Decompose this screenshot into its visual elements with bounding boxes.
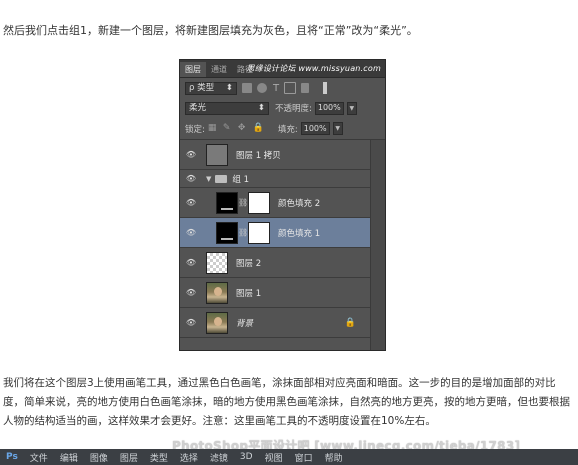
lock-label: 锁定: — [185, 124, 205, 135]
menu-item[interactable]: 编辑 — [60, 451, 78, 464]
layer-thumbnail — [206, 281, 228, 304]
layer-mask-thumbnail — [248, 221, 270, 244]
layer-name: 图层 1 拷贝 — [236, 150, 281, 161]
layer-name: 图层 1 — [236, 288, 262, 299]
menu-item[interactable]: 帮助 — [325, 451, 343, 464]
menu-bar: Ps 文件 编辑 图像 图层 类型 选择 滤镜 3D 视图 窗口 帮助 — [0, 449, 578, 465]
group-name: 组 1 — [232, 174, 250, 185]
visibility-eye-icon[interactable]: 👁 — [180, 258, 202, 267]
blend-row: 柔光 ⬍ 不透明度: 100% ▼ — [180, 98, 385, 118]
menu-item[interactable]: 文件 — [30, 451, 48, 464]
layer-name: 背景 — [236, 318, 254, 329]
visibility-eye-icon[interactable]: 👁 — [180, 288, 202, 297]
intro-text: 然后我们点击组1，新建一个图层，将新建图层填充为灰色，且将“正常”改为“柔光”。 — [3, 24, 418, 37]
filter-toggle-switch[interactable] — [323, 82, 328, 94]
smart-object-filter-icon[interactable] — [301, 83, 310, 93]
layer-row[interactable]: 👁 背景 🔒 — [180, 308, 370, 338]
layer-list: 👁 图层 1 拷贝 👁 ▼ 组 1 👁 ⛓ 颜色填充 2 👁 ⛓ 颜色填充 1 … — [180, 140, 370, 338]
layer-row-selected[interactable]: 👁 ⛓ 颜色填充 1 — [180, 218, 370, 248]
menu-item[interactable]: 选择 — [180, 451, 198, 464]
lock-paint-icon[interactable]: ✎ — [223, 124, 232, 133]
opacity-slider-toggle[interactable]: ▼ — [346, 101, 357, 115]
lock-all-icon[interactable]: 🔒 — [253, 124, 264, 133]
type-filter-icon[interactable]: T — [273, 83, 279, 94]
menu-item[interactable]: 图层 — [120, 451, 138, 464]
adjustment-filter-icon[interactable] — [257, 83, 267, 93]
visibility-eye-icon[interactable]: 👁 — [180, 228, 202, 237]
fill-color-thumbnail — [216, 191, 238, 214]
expand-arrow-icon[interactable]: ▼ — [206, 175, 211, 183]
tab-channels[interactable]: 通道 — [206, 62, 232, 77]
group-row[interactable]: 👁 ▼ 组 1 — [180, 170, 370, 188]
layer-thumbnail — [206, 311, 228, 334]
menu-item[interactable]: 窗口 — [295, 451, 313, 464]
tab-layers[interactable]: 图层 — [180, 62, 206, 77]
shape-filter-icon[interactable] — [284, 82, 297, 94]
menu-item[interactable]: 视图 — [265, 451, 283, 464]
fill-color-thumbnail — [216, 221, 238, 244]
lock-row: 锁定: ▦ ✎ ✥ 🔒 填充: 100% ▼ — [180, 118, 385, 140]
layer-row[interactable]: 👁 图层 2 — [180, 248, 370, 278]
filter-row: ρ 类型 ⬍ T — [180, 78, 385, 98]
lock-position-icon[interactable]: ✥ — [238, 124, 247, 133]
layer-row[interactable]: 👁 ⛓ 颜色填充 2 — [180, 188, 370, 218]
fill-input[interactable]: 100% — [300, 122, 330, 135]
visibility-eye-icon[interactable]: 👁 — [180, 318, 202, 327]
filter-type-dropdown[interactable]: ρ 类型 ⬍ — [185, 81, 237, 95]
layer-thumbnail — [206, 251, 228, 274]
menu-item[interactable]: 3D — [240, 452, 253, 462]
layer-thumbnail — [206, 143, 228, 166]
layer-name: 颜色填充 2 — [278, 198, 321, 209]
visibility-eye-icon[interactable]: 👁 — [180, 198, 202, 207]
blend-mode-dropdown[interactable]: 柔光 ⬍ — [185, 101, 269, 115]
layer-mask-thumbnail — [248, 191, 270, 214]
layer-name: 颜色填充 1 — [278, 228, 321, 239]
mask-link-icon[interactable]: ⛓ — [238, 228, 248, 237]
layer-scrollbar[interactable] — [370, 140, 385, 350]
folder-icon — [215, 174, 228, 183]
opacity-label: 不透明度: — [275, 104, 312, 114]
blend-mode-value: 柔光 — [189, 102, 207, 113]
watermark-top: 思缘设计论坛 www.missyuan.com — [246, 64, 381, 73]
app-logo-icon: Ps — [6, 452, 18, 462]
lock-icon: 🔒 — [344, 317, 356, 328]
layer-row[interactable]: 👁 图层 1 — [180, 278, 370, 308]
pixel-filter-icon[interactable] — [242, 83, 252, 93]
fill-label: 填充: — [277, 124, 298, 135]
panel-tabs: 图层 通道 路径 思缘设计论坛 www.missyuan.com — [180, 60, 385, 78]
filter-type-label: ρ 类型 — [189, 82, 215, 93]
visibility-eye-icon[interactable]: 👁 — [180, 174, 202, 183]
fill-slider-toggle[interactable]: ▼ — [332, 122, 343, 135]
layer-name: 图层 2 — [236, 258, 262, 269]
menu-item[interactable]: 滤镜 — [210, 451, 228, 464]
opacity-input[interactable]: 100% — [314, 101, 344, 115]
mask-link-icon[interactable]: ⛓ — [238, 198, 248, 207]
outro-text: 我们将在这个图层3上使用画笔工具，通过黑色白色画笔，涂抹面部相对应亮面和暗面。这… — [3, 377, 570, 427]
layer-row[interactable]: 👁 图层 1 拷贝 — [180, 140, 370, 170]
menu-item[interactable]: 图像 — [90, 451, 108, 464]
menu-item[interactable]: 类型 — [150, 451, 168, 464]
lock-transparent-icon[interactable]: ▦ — [208, 124, 217, 133]
layers-panel: 图层 通道 路径 思缘设计论坛 www.missyuan.com ρ 类型 ⬍ T… — [179, 59, 386, 351]
visibility-eye-icon[interactable]: 👁 — [180, 150, 202, 159]
